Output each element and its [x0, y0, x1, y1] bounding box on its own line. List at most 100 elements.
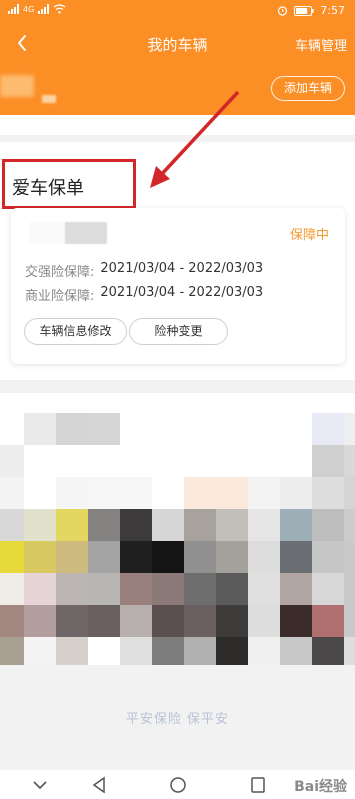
mosaic-cell [280, 509, 312, 541]
mosaic-cell [280, 445, 312, 477]
mosaic-cell [152, 541, 184, 573]
collapse-icon[interactable] [30, 776, 50, 794]
nav-home-icon[interactable] [168, 776, 188, 794]
mosaic-cell [24, 541, 56, 573]
mosaic-cell [216, 413, 248, 445]
mosaic-cell [248, 637, 280, 665]
mosaic-cell [344, 605, 355, 637]
mosaic-cell [216, 445, 248, 477]
mosaic-cell [0, 445, 24, 477]
mosaic-cell [56, 573, 88, 605]
mosaic-cell [216, 541, 248, 573]
mosaic-cell [56, 477, 88, 509]
mosaic-cell [120, 509, 152, 541]
mosaic-cell [152, 445, 184, 477]
mosaic-cell [344, 477, 355, 509]
mosaic-cell [216, 637, 248, 665]
mosaic-cell [120, 477, 152, 509]
mosaic-cell [24, 413, 56, 445]
mosaic-cell [56, 509, 88, 541]
mosaic-cell [184, 605, 216, 637]
mosaic-cell [120, 541, 152, 573]
mosaic-cell [312, 605, 344, 637]
mosaic-cell [24, 573, 56, 605]
mosaic-cell [88, 573, 120, 605]
mosaic-cell [344, 573, 355, 605]
mosaic-cell [88, 413, 120, 445]
mosaic-cell [24, 509, 56, 541]
mosaic-cell [0, 509, 24, 541]
mosaic-cell [0, 637, 24, 665]
mosaic-cell [184, 477, 216, 509]
mosaic-cell [312, 509, 344, 541]
mosaic-cell [0, 605, 24, 637]
mosaic-cell [344, 541, 355, 573]
mosaic-cell [216, 509, 248, 541]
mosaic-cell [24, 477, 56, 509]
mosaic-cell [0, 477, 24, 509]
mosaic-cell [56, 605, 88, 637]
nav-recents-icon[interactable] [248, 776, 268, 794]
mosaic-cell [216, 605, 248, 637]
mosaic-cell [248, 605, 280, 637]
mosaic-cell [88, 477, 120, 509]
mosaic-cell [184, 509, 216, 541]
mosaic-cell [24, 637, 56, 665]
mosaic-cell [248, 413, 280, 445]
mosaic-cell [248, 509, 280, 541]
mosaic-cell [184, 541, 216, 573]
mosaic-cell [344, 445, 355, 477]
mosaic-cell [312, 573, 344, 605]
mosaic-cell [312, 637, 344, 665]
mosaic-cell [56, 637, 88, 665]
mosaic-cell [344, 637, 355, 665]
footer-slogan: 平安保险 保平安 [125, 712, 230, 727]
mosaic-cell [120, 573, 152, 605]
mosaic-cell [248, 477, 280, 509]
pixelated-content-section [0, 393, 355, 665]
mosaic-cell [24, 605, 56, 637]
mosaic-cell [280, 413, 312, 445]
mosaic-cell [216, 573, 248, 605]
mosaic-cell [184, 637, 216, 665]
watermark-logo: Bai经验 [294, 779, 347, 795]
mosaic-cell [248, 445, 280, 477]
mosaic-cell [56, 541, 88, 573]
mosaic-cell [120, 637, 152, 665]
mosaic-cell [88, 637, 120, 665]
mosaic-cell [56, 445, 88, 477]
mosaic-cell [152, 605, 184, 637]
mosaic-cell [312, 541, 344, 573]
mosaic-cell [152, 509, 184, 541]
mosaic-cell [184, 413, 216, 445]
mosaic-cell [312, 445, 344, 477]
mosaic-cell [280, 637, 312, 665]
pixelated-image [0, 413, 355, 665]
nav-back-icon[interactable] [90, 776, 110, 794]
mosaic-cell [280, 477, 312, 509]
mosaic-cell [344, 413, 355, 445]
mosaic-cell [184, 445, 216, 477]
mosaic-cell [88, 541, 120, 573]
mosaic-cell [216, 477, 248, 509]
mosaic-cell [88, 605, 120, 637]
mosaic-cell [88, 509, 120, 541]
mosaic-cell [120, 445, 152, 477]
mosaic-cell [120, 605, 152, 637]
mosaic-cell [280, 605, 312, 637]
mosaic-cell [312, 413, 344, 445]
mosaic-cell [248, 541, 280, 573]
mosaic-cell [152, 573, 184, 605]
mosaic-cell [0, 541, 24, 573]
mosaic-cell [24, 445, 56, 477]
mosaic-cell [152, 413, 184, 445]
mosaic-cell [280, 541, 312, 573]
mosaic-cell [88, 445, 120, 477]
mosaic-cell [152, 477, 184, 509]
mosaic-cell [120, 413, 152, 445]
mosaic-cell [184, 573, 216, 605]
mosaic-cell [280, 573, 312, 605]
mosaic-cell [152, 637, 184, 665]
mosaic-cell [0, 413, 24, 445]
mosaic-cell [248, 573, 280, 605]
